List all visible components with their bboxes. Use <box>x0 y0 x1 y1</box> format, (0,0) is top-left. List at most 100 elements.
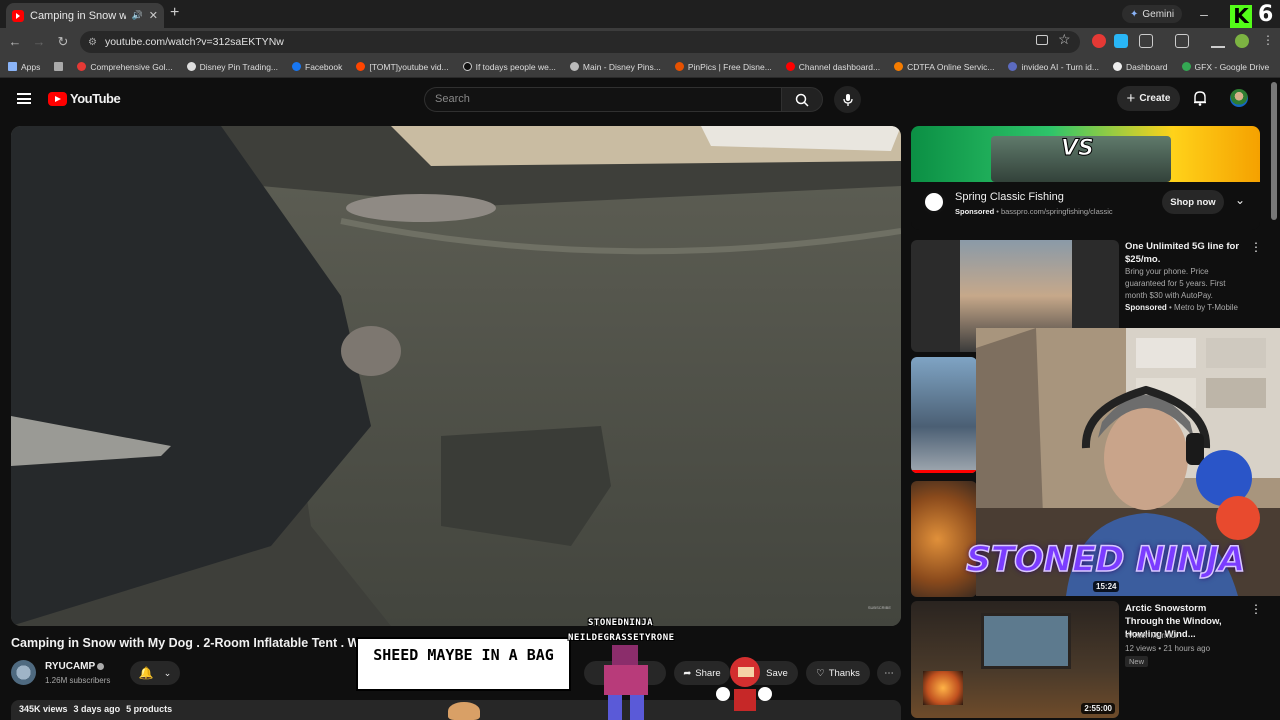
video-more-icon[interactable]: ⋮ <box>1250 602 1262 616</box>
shop-now-button[interactable]: Shop now <box>1162 190 1224 214</box>
chevron-down-icon: ⌄ <box>163 667 172 678</box>
bookmark-favicon-icon <box>77 62 87 71</box>
tiktok-icon <box>462 62 472 71</box>
subscribed-bell-button[interactable]: 🔔 ⌄ <box>130 661 180 685</box>
install-app-icon[interactable] <box>1036 35 1048 45</box>
video-title: Camping in Snow with My Dog . 2-Room Inf… <box>11 636 360 650</box>
back-arrow-icon[interactable]: ← <box>7 34 23 50</box>
new-badge: New <box>1125 656 1149 667</box>
bookmark-item[interactable]: Apps <box>8 62 40 72</box>
apps-grid-icon <box>8 62 17 71</box>
site-info-icon[interactable]: ⚙ <box>88 37 97 48</box>
sponsored-video-title[interactable]: One Unlimited 5G line for $25/mo. <box>1125 240 1245 266</box>
video-thumbnail[interactable] <box>911 357 977 473</box>
products-count: 5 products <box>126 704 173 714</box>
thanks-heart-icon: ♡ <box>816 667 825 679</box>
profile-avatar-icon[interactable] <box>1235 34 1249 48</box>
video-channel[interactable]: Winter Murmur <box>1125 630 1178 642</box>
facebook-icon <box>292 62 302 71</box>
create-button[interactable]: + Create <box>1117 86 1180 111</box>
search-input[interactable]: Search <box>424 87 781 112</box>
new-tab-button[interactable]: + <box>170 4 179 22</box>
plus-icon: + <box>1126 90 1136 107</box>
tab-close-icon[interactable]: ✕ <box>149 9 158 22</box>
account-avatar[interactable] <box>1230 89 1248 107</box>
search-icon <box>795 93 809 107</box>
reload-icon[interactable]: ↻ <box>55 34 71 50</box>
thanks-button[interactable]: ♡ Thanks <box>806 661 870 685</box>
subscribe-watermark[interactable]: SUBSCRIBE <box>868 605 891 610</box>
sponsored-ad-card[interactable]: VS Spring Classic Fishing Sponsored • ba… <box>911 126 1260 230</box>
active-tab[interactable]: Camping in Snow with My Do 🔊 ✕ <box>6 3 164 28</box>
video-player[interactable]: SUBSCRIBE <box>11 126 901 626</box>
chrome-menu-icon[interactable]: ⋮ <box>1262 33 1274 47</box>
tab-groups-icon[interactable] <box>54 62 64 71</box>
advertiser-logo <box>922 190 946 214</box>
upload-age: 3 days ago <box>73 704 121 714</box>
watch-progress-bar <box>911 470 977 473</box>
bookmark-item[interactable]: Channel dashboard... <box>785 62 880 72</box>
minimize-button[interactable]: – <box>1186 0 1222 28</box>
video-duration-badge: 2:55:00 <box>1081 703 1115 714</box>
side-panel-icon[interactable] <box>1175 34 1189 48</box>
gemini-sparkle-icon: ✦ <box>1130 8 1139 20</box>
tab-audio-icon[interactable]: 🔊 <box>132 10 143 21</box>
stream-caption-box: SHEED MAYBE IN A BAG <box>356 637 571 691</box>
ad-domain: basspro.com/springfishing/classic <box>1000 207 1113 216</box>
channel-name[interactable]: RYUCAMP <box>45 661 95 672</box>
downloads-icon[interactable] <box>1211 34 1225 48</box>
sponsored-label: Sponsored <box>1125 303 1167 312</box>
browser-toolbar: ← → ↻ ⚙ youtube.com/watch?v=312saEKTYNw … <box>0 28 1280 56</box>
advertiser-name: Metro by T-Mobile <box>1174 303 1238 312</box>
search-button[interactable] <box>781 87 823 112</box>
bookmark-item[interactable]: Dashboard <box>1112 62 1168 72</box>
bookmark-item[interactable]: invideo AI - Turn id... <box>1008 62 1099 72</box>
bookmark-item[interactable]: [TOMT]youtube vid... <box>356 62 449 72</box>
bookmark-item[interactable]: CDTFA Online Servic... <box>894 62 994 72</box>
video-thumbnail[interactable]: 2:55:00 <box>911 601 1119 718</box>
bookmark-item[interactable]: Main - Disney Pins... <box>569 62 661 72</box>
address-bar[interactable]: ⚙ youtube.com/watch?v=312saEKTYNw <box>80 31 1080 53</box>
youtube-favicon-icon <box>12 9 24 22</box>
bookmark-favicon-icon <box>894 62 904 71</box>
pixel-robot-sprite-icon <box>594 645 658 720</box>
notifications-bell-icon[interactable] <box>1193 90 1207 111</box>
extension-red-icon[interactable] <box>1092 34 1106 48</box>
ad-expand-chevron-icon[interactable]: ⌄ <box>1235 193 1245 207</box>
gemini-button[interactable]: ✦ Gemini <box>1122 5 1183 23</box>
bookmark-favicon-icon <box>186 62 196 71</box>
channel-avatar[interactable] <box>11 660 36 685</box>
bookmark-item[interactable]: If todays people we... <box>462 62 556 72</box>
hamburger-menu-icon[interactable] <box>17 93 31 104</box>
kick-logo-icon: K <box>1230 5 1252 28</box>
bookmark-item[interactable]: Facebook <box>292 62 342 72</box>
video-duration-badge: 15:24 <box>1093 581 1120 592</box>
bookmark-favicon-icon <box>1112 62 1122 71</box>
reddit-icon <box>356 62 366 71</box>
sponsored-video-more-icon[interactable]: ⋮ <box>1250 240 1262 254</box>
bookmark-favicon-icon <box>674 62 684 71</box>
view-count: 345K views <box>19 704 68 714</box>
extensions-puzzle-icon[interactable] <box>1139 34 1153 48</box>
bookmark-item[interactable]: PinPics | Free Disne... <box>674 62 772 72</box>
youtube-masthead: YouTube Search + Create <box>0 78 1280 120</box>
bookmark-item[interactable]: GFX - Google Drive <box>1181 62 1269 72</box>
create-label: Create <box>1139 93 1171 104</box>
sponsored-video-body: Bring your phone. Price guaranteed for 5… <box>1125 267 1226 300</box>
more-actions-button[interactable]: ⋯ <box>877 661 901 685</box>
voice-search-button[interactable] <box>834 86 861 113</box>
ad-title: Spring Classic Fishing <box>955 191 1064 203</box>
extension-blue-icon[interactable] <box>1114 34 1128 48</box>
bookmark-star-icon[interactable]: ☆ <box>1058 31 1071 48</box>
more-dots-icon: ⋯ <box>884 667 894 679</box>
verified-badge-icon <box>97 663 104 670</box>
page-scrollbar[interactable] <box>1271 82 1277 220</box>
pixel-knuckles-sprite-icon <box>716 657 772 720</box>
subscriber-count: 1.26M subscribers <box>45 676 111 685</box>
ad-banner-image: VS <box>911 126 1260 182</box>
forward-arrow-icon[interactable]: → <box>31 34 47 50</box>
gemini-label: Gemini <box>1142 8 1175 20</box>
bookmark-item[interactable]: Disney Pin Trading... <box>186 62 278 72</box>
bookmark-item[interactable]: Comprehensive Gol... <box>77 62 173 72</box>
youtube-logo[interactable]: YouTube <box>48 91 121 106</box>
